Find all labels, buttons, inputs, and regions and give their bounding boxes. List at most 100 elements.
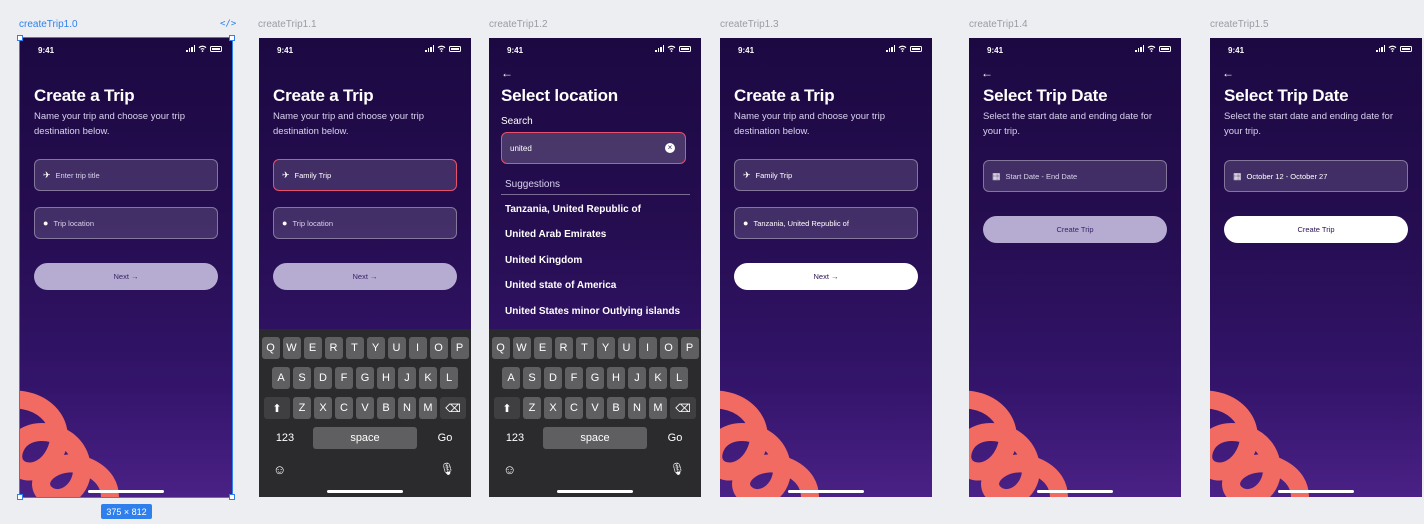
trip-location-input[interactable]: ● Tanzania, United Republic of — [734, 207, 918, 239]
key[interactable]: U — [617, 337, 636, 359]
key[interactable]: Q — [491, 337, 510, 359]
key[interactable]: A — [502, 367, 520, 389]
resize-handle[interactable] — [17, 35, 23, 41]
backspace-key-icon[interactable]: ⌫ — [670, 397, 696, 419]
resize-handle[interactable] — [17, 494, 23, 500]
space-key[interactable]: space — [543, 427, 647, 449]
suggestion-item[interactable]: United Kingdom — [505, 255, 582, 266]
key[interactable]: W — [282, 337, 301, 359]
key[interactable]: L — [670, 367, 688, 389]
key[interactable]: J — [628, 367, 646, 389]
key[interactable]: O — [429, 337, 448, 359]
date-range-input[interactable]: ▦ October 12 - October 27 — [1224, 160, 1408, 192]
shift-key-icon[interactable]: ⬆ — [494, 397, 520, 419]
frame-create-trip-1-0[interactable]: 9:41 Create a Trip Name your trip and ch… — [19, 37, 233, 498]
space-key[interactable]: space — [313, 427, 417, 449]
shift-key-icon[interactable]: ⬆ — [264, 397, 290, 419]
back-arrow-icon[interactable]: ← — [501, 66, 513, 80]
trip-title-input[interactable]: ✈ Enter trip title — [34, 159, 218, 191]
key[interactable]: R — [554, 337, 573, 359]
suggestion-item[interactable]: United States minor Outlying islands — [505, 306, 680, 317]
create-trip-button[interactable]: Create Trip — [1224, 216, 1408, 243]
key[interactable]: J — [398, 367, 416, 389]
key[interactable]: O — [659, 337, 678, 359]
key[interactable]: B — [377, 397, 395, 419]
frame-label[interactable]: createTrip1.4 — [969, 19, 1028, 30]
frame-create-trip-1-2[interactable]: 9:41 ← Select location Search united × Su… — [489, 38, 701, 497]
microphone-icon[interactable]: 🎙 — [440, 462, 455, 476]
key[interactable]: D — [314, 367, 332, 389]
frame-label[interactable]: createTrip1.5 — [1210, 19, 1269, 30]
frame-create-trip-1-4[interactable]: 9:41 ← Select Trip Date Select the start… — [969, 38, 1181, 497]
suggestion-item[interactable]: Tanzania, United Republic of — [505, 204, 641, 215]
key[interactable]: S — [523, 367, 541, 389]
go-key[interactable]: Go — [650, 427, 700, 449]
frame-create-trip-1-1[interactable]: 9:41 Create a Trip Name your trip and ch… — [259, 38, 471, 497]
create-trip-button[interactable]: Create Trip — [983, 216, 1167, 243]
key[interactable]: Y — [596, 337, 615, 359]
key[interactable]: G — [586, 367, 604, 389]
key[interactable]: X — [314, 397, 332, 419]
key[interactable]: Z — [523, 397, 541, 419]
frame-label[interactable]: createTrip1.0 — [19, 19, 78, 30]
numbers-key[interactable]: 123 — [260, 427, 310, 449]
trip-title-input[interactable]: ✈ Family Trip — [734, 159, 918, 191]
code-icon[interactable]: </> — [220, 19, 236, 29]
emoji-icon[interactable]: ☺ — [503, 462, 516, 477]
frame-label[interactable]: createTrip1.3 — [720, 19, 779, 30]
key[interactable]: L — [440, 367, 458, 389]
key[interactable]: F — [565, 367, 583, 389]
key[interactable]: D — [544, 367, 562, 389]
key[interactable]: R — [324, 337, 343, 359]
search-input[interactable]: united × — [501, 132, 686, 164]
key[interactable]: H — [377, 367, 395, 389]
key[interactable]: V — [356, 397, 374, 419]
key[interactable]: N — [398, 397, 416, 419]
key[interactable]: A — [272, 367, 290, 389]
microphone-icon[interactable]: 🎙 — [670, 462, 685, 476]
suggestion-item[interactable]: United state of America — [505, 280, 616, 291]
key[interactable]: K — [419, 367, 437, 389]
key[interactable]: P — [450, 337, 469, 359]
key[interactable]: E — [303, 337, 322, 359]
key[interactable]: Q — [261, 337, 280, 359]
key[interactable]: N — [628, 397, 646, 419]
key[interactable]: M — [649, 397, 667, 419]
key[interactable]: I — [638, 337, 657, 359]
key[interactable]: H — [607, 367, 625, 389]
back-arrow-icon[interactable]: ← — [1222, 66, 1234, 80]
next-button[interactable]: Next → — [273, 263, 457, 290]
next-button[interactable]: Next → — [734, 263, 918, 290]
key[interactable]: Z — [293, 397, 311, 419]
key[interactable]: T — [345, 337, 364, 359]
numbers-key[interactable]: 123 — [490, 427, 540, 449]
key[interactable]: Y — [366, 337, 385, 359]
back-arrow-icon[interactable]: ← — [981, 66, 993, 80]
date-range-input[interactable]: ▦ Start Date - End Date — [983, 160, 1167, 192]
resize-handle[interactable] — [229, 35, 235, 41]
key[interactable]: E — [533, 337, 552, 359]
key[interactable]: U — [387, 337, 406, 359]
frame-label[interactable]: createTrip1.1 — [258, 19, 317, 30]
key[interactable]: T — [575, 337, 594, 359]
frame-label[interactable]: createTrip1.2 — [489, 19, 548, 30]
next-button[interactable]: Next → — [34, 263, 218, 290]
key[interactable]: W — [512, 337, 531, 359]
backspace-key-icon[interactable]: ⌫ — [440, 397, 466, 419]
key[interactable]: K — [649, 367, 667, 389]
key[interactable]: I — [408, 337, 427, 359]
trip-location-input[interactable]: ● Trip location — [34, 207, 218, 239]
key[interactable]: G — [356, 367, 374, 389]
key[interactable]: B — [607, 397, 625, 419]
key[interactable]: F — [335, 367, 353, 389]
trip-location-input[interactable]: ● Trip location — [273, 207, 457, 239]
trip-title-input[interactable]: ✈ Family Trip — [273, 159, 457, 191]
key[interactable]: X — [544, 397, 562, 419]
emoji-icon[interactable]: ☺ — [273, 462, 286, 477]
key[interactable]: V — [586, 397, 604, 419]
key[interactable]: C — [335, 397, 353, 419]
clear-icon[interactable]: × — [665, 143, 675, 153]
resize-handle[interactable] — [229, 494, 235, 500]
key[interactable]: C — [565, 397, 583, 419]
key[interactable]: S — [293, 367, 311, 389]
